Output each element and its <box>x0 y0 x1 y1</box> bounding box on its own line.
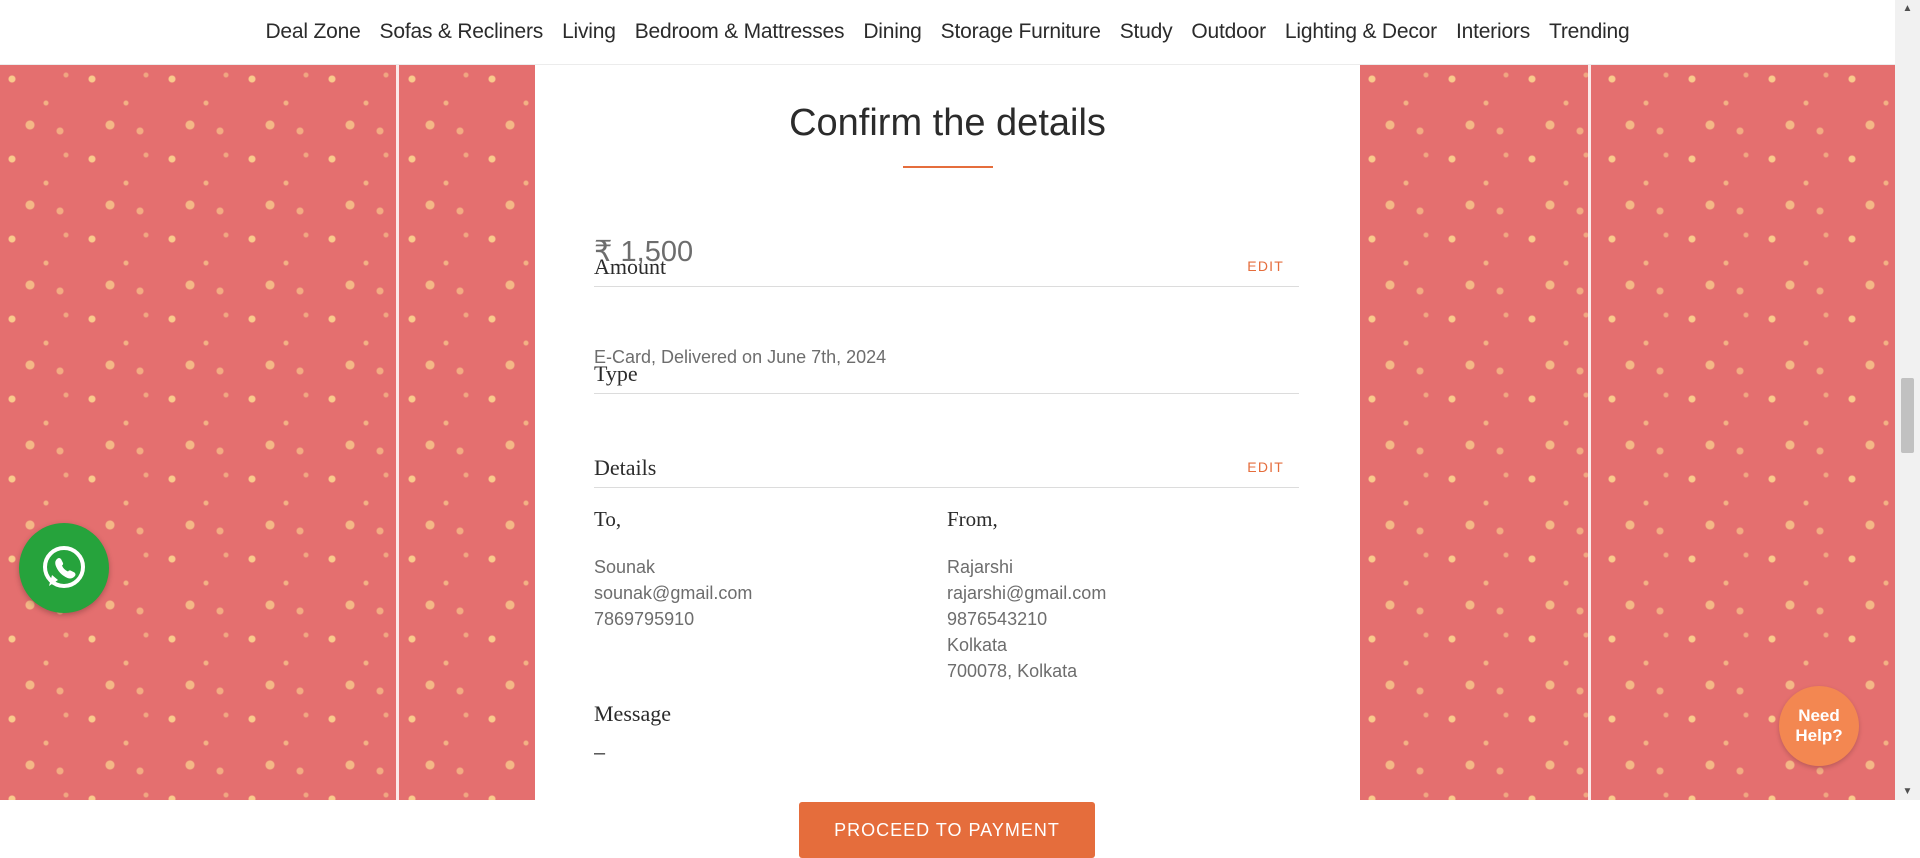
details-section-header: Details EDIT <box>594 453 1299 488</box>
top-nav: Deal Zone Sofas & Recliners Living Bedro… <box>0 0 1895 65</box>
pattern-seam <box>1588 65 1591 800</box>
to-name: Sounak <box>594 557 656 577</box>
nav-item-interiors[interactable]: Interiors <box>1456 20 1530 44</box>
from-name: Rajarshi <box>947 557 1014 577</box>
nav-item-study[interactable]: Study <box>1120 20 1173 44</box>
nav-item-living[interactable]: Living <box>562 20 616 44</box>
amount-value: ₹ 1,500 <box>594 236 694 268</box>
scroll-thumb[interactable] <box>1901 378 1914 453</box>
to-phone: 7869795910 <box>594 609 695 629</box>
nav-item-deal-zone[interactable]: Deal Zone <box>265 20 360 44</box>
nav-item-trending[interactable]: Trending <box>1549 20 1630 44</box>
nav-item-dining[interactable]: Dining <box>863 20 922 44</box>
page-scrollbar[interactable]: ▲ ▼ <box>1895 0 1920 800</box>
pattern-seam <box>396 65 399 800</box>
nav-list: Deal Zone Sofas & Recliners Living Bedro… <box>265 20 1629 44</box>
details-edit-link[interactable]: EDIT <box>1247 459 1284 475</box>
details-label: Details <box>594 455 657 480</box>
nav-item-bedroom-mattresses[interactable]: Bedroom & Mattresses <box>635 20 845 44</box>
nav-item-storage-furniture[interactable]: Storage Furniture <box>941 20 1101 44</box>
nav-item-sofas-recliners[interactable]: Sofas & Recliners <box>380 20 544 44</box>
from-details: Rajarshi rajarshi@gmail.com 9876543210 K… <box>947 554 1106 684</box>
amount-section-header: Amount EDIT <box>594 252 1299 287</box>
nav-item-lighting-decor[interactable]: Lighting & Decor <box>1285 20 1437 44</box>
from-city: Kolkata <box>947 635 1008 655</box>
to-heading: To, <box>594 507 622 531</box>
message-label: Message <box>594 701 671 726</box>
proceed-to-payment-button[interactable]: PROCEED TO PAYMENT <box>799 802 1095 858</box>
scroll-up-icon[interactable]: ▲ <box>1895 0 1920 17</box>
confirm-details-card: Confirm the details Amount EDIT ₹ 1,500 … <box>535 65 1360 858</box>
to-details: Sounak sounak@gmail.com 7869795910 <box>594 554 752 632</box>
from-email: rajarshi@gmail.com <box>947 583 1107 603</box>
to-email: sounak@gmail.com <box>594 583 753 603</box>
from-pincode: 700078, Kolkata <box>947 661 1078 681</box>
type-value: E-Card, Delivered on June 7th, 2024 <box>594 347 887 367</box>
whatsapp-icon <box>43 546 85 588</box>
from-heading: From, <box>947 507 998 531</box>
amount-edit-link[interactable]: EDIT <box>1247 258 1284 274</box>
message-value: – <box>594 742 606 764</box>
page-title: Confirm the details <box>789 102 1106 144</box>
need-help-label: Need Help? <box>1795 706 1843 745</box>
scroll-down-icon[interactable]: ▼ <box>1895 783 1920 800</box>
title-underline <box>903 166 993 168</box>
nav-item-outdoor[interactable]: Outdoor <box>1191 20 1266 44</box>
need-help-button[interactable]: Need Help? <box>1779 686 1859 766</box>
whatsapp-button[interactable] <box>19 523 109 613</box>
from-phone: 9876543210 <box>947 609 1048 629</box>
